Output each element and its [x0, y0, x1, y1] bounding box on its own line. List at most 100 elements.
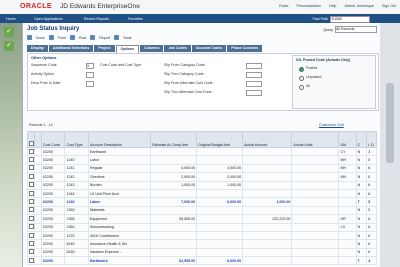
sign-out-link[interactable]: Sign Out — [382, 4, 396, 8]
user-name[interactable]: Abbott, Dominique — [344, 4, 374, 8]
row-select-cell[interactable] — [26, 256, 36, 266]
decs-input[interactable] — [86, 81, 94, 87]
table-row[interactable]: 02200 1370 401K Contribution N 6 — [26, 230, 377, 241]
row-select-cell[interactable] — [26, 222, 36, 232]
tab-columns[interactable]: Columns — [140, 45, 164, 52]
checkbox[interactable] — [29, 232, 34, 238]
cell-cost-code: 02200 — [40, 172, 66, 182]
checkbox[interactable] — [29, 240, 34, 246]
table-row[interactable]: 02200 8145 Insurance-Health & Dis N 6 — [26, 239, 377, 249]
col-header-cost-type[interactable]: Cost Type — [64, 131, 89, 148]
report-icon[interactable] — [90, 35, 96, 40]
roles-link[interactable]: Roles — [279, 4, 288, 8]
personalization-link[interactable]: Personalization — [296, 4, 321, 8]
tab-phase-columns[interactable]: Phase Columns — [227, 45, 263, 52]
col-header-ld[interactable]: L D — [366, 131, 377, 148]
menu-open-applications[interactable]: Open Applications — [34, 17, 63, 21]
row-select-cell[interactable] — [26, 230, 36, 241]
activity-input[interactable] — [86, 72, 94, 78]
checkbox[interactable] — [29, 199, 34, 205]
tab-options[interactable]: Options — [115, 45, 140, 53]
form-icon[interactable] — [48, 35, 54, 40]
table-row[interactable]: 02200 1241 Regular 4,000.00 4,000.00 MH N 6 — [26, 163, 377, 174]
table-row[interactable]: 02200 1240 Labor MH N 5 — [26, 155, 377, 165]
table-row[interactable]: 02200 Earthwork CY N 3 — [26, 146, 377, 157]
row-select-cell[interactable] — [26, 155, 36, 165]
menu-home[interactable]: Home — [6, 17, 16, 21]
col-header-actual-amount[interactable]: Actual Amount — [242, 131, 293, 148]
row-select-cell[interactable] — [26, 146, 36, 157]
tab-display[interactable]: Display — [27, 45, 48, 52]
tab-additional-selections[interactable]: Additional Selections — [48, 45, 94, 52]
tab-account-codes[interactable]: Account Codes — [191, 45, 227, 52]
customize-grid-link[interactable]: Customize Grid — [319, 123, 344, 127]
scroll-thumb[interactable] — [386, 83, 394, 163]
col-header-cost-code[interactable]: Cost Code — [40, 131, 66, 148]
row-select-cell[interactable] — [26, 163, 36, 174]
form-menu[interactable]: Form — [58, 36, 66, 40]
table-row[interactable]: 02200 1355 Equipment 55,555.00 222,222.00 HR N… — [26, 214, 377, 224]
fast-path-input[interactable] — [330, 15, 370, 23]
row-icon[interactable] — [69, 35, 75, 40]
select-all-header[interactable] — [26, 131, 36, 148]
checkbox[interactable] — [29, 190, 34, 196]
table-row[interactable]: 02200 1242 Overtime 2,000.00 2,000.00 MH N 6 — [26, 172, 377, 182]
row-select-cell[interactable] — [26, 247, 36, 258]
table-row[interactable]: 02200 1243 Burden 1,000.00 1,000.00 N 6 — [26, 180, 377, 190]
menu-favorites[interactable]: Favorites — [128, 17, 143, 21]
col-header-c[interactable]: C — [355, 131, 368, 148]
checkbox[interactable] — [29, 165, 34, 171]
row-select-cell[interactable] — [26, 214, 36, 224]
gl-posted-radio[interactable] — [299, 67, 304, 72]
checkbox[interactable] — [29, 249, 34, 255]
page-scrollbar[interactable] — [380, 23, 400, 267]
tools-menu[interactable]: Tools — [123, 36, 131, 40]
row-select-cell[interactable] — [26, 180, 36, 190]
table-row[interactable]: 02200 1244 LK Unit Price Acct N 6 — [26, 188, 377, 199]
table-row[interactable]: 02200 Earthwork 62,555.00 6,000.00 T 4 — [26, 256, 377, 266]
col-header-original-budget[interactable]: Original Budget Amt — [196, 131, 244, 148]
col-header-description[interactable]: Account Description — [87, 131, 152, 148]
tab-job-codes[interactable]: Job Codes — [164, 45, 191, 52]
row-select-cell[interactable] — [26, 172, 36, 182]
row-select-cell[interactable] — [26, 205, 36, 216]
menu-recent-reports[interactable]: Recent Reports — [84, 17, 109, 21]
table-row[interactable]: 02200 1360 Subcontracting LS N 6 — [26, 222, 377, 232]
checkbox[interactable] — [29, 257, 34, 263]
col-header-um[interactable]: UM — [338, 131, 357, 148]
row-menu[interactable]: Row — [79, 36, 86, 40]
slip-thru-category-input[interactable] — [246, 72, 262, 78]
slip-from-alt-input[interactable] — [246, 81, 262, 87]
gl-unposted-radio[interactable] — [299, 76, 304, 81]
col-header-actual-units[interactable]: Actual Units — [291, 131, 340, 148]
col-header-estimate[interactable]: Estimate At Comp Amt — [150, 131, 198, 148]
slip-thru-alt-input[interactable] — [246, 90, 262, 96]
row-select-cell[interactable] — [26, 197, 36, 207]
checkbox[interactable] — [29, 148, 34, 154]
row-select-cell[interactable] — [26, 239, 36, 249]
tools-icon[interactable] — [113, 35, 119, 40]
report-menu[interactable]: Report — [99, 36, 110, 40]
help-link[interactable]: Help — [329, 4, 336, 8]
table-row[interactable]: 02200 1350 Materials N 5 — [26, 205, 377, 216]
query-select[interactable]: All Records — [335, 26, 377, 33]
checkbox[interactable] — [29, 173, 34, 179]
checkbox[interactable] — [29, 141, 34, 146]
checkbox[interactable] — [29, 215, 34, 221]
checkbox[interactable] — [29, 207, 34, 213]
slip-from-category-input[interactable] — [246, 63, 262, 69]
checkbox[interactable] — [29, 224, 34, 230]
done-button[interactable]: Done — [36, 36, 45, 40]
checkbox[interactable] — [29, 157, 34, 163]
done-icon[interactable] — [27, 35, 32, 40]
cell-c: N — [355, 230, 368, 241]
checkbox[interactable] — [29, 182, 34, 188]
table-row[interactable]: 02200 1240 Labor 7,000.00 6,000.00 1,000.00 T 5 — [26, 197, 377, 207]
sequence-input[interactable]: 3 — [86, 63, 94, 69]
table-row[interactable]: 02200 8150 Vacation Expense - N6 — [26, 247, 377, 258]
cell-cost-code: 02200 — [40, 247, 66, 258]
tab-project[interactable]: Project — [94, 45, 115, 52]
activity-label: Activity Option — [31, 72, 54, 76]
row-select-cell[interactable] — [26, 188, 36, 199]
gl-all-radio[interactable] — [299, 85, 304, 90]
